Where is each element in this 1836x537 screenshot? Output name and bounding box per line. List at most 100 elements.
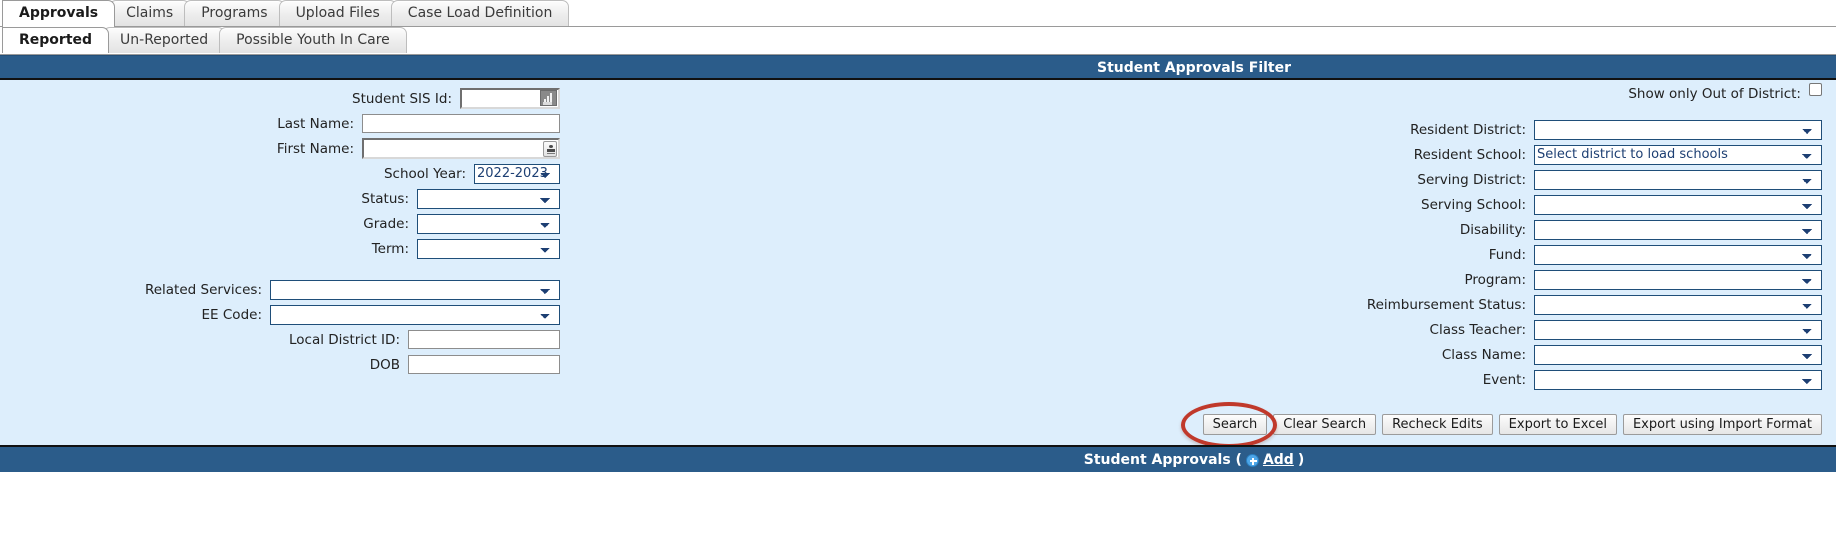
label-student-sis-id: Student SIS Id: [352, 90, 452, 107]
tab-case-load-definition[interactable]: Case Load Definition [390, 0, 570, 26]
control-slot [460, 88, 560, 109]
label-status: Status: [361, 190, 409, 207]
select-serving-school[interactable] [1534, 194, 1822, 215]
results-title: Student Approvals ( [1083, 452, 1242, 468]
select-school-year[interactable]: 2022-2023 [474, 163, 560, 184]
contact-card-icon[interactable] [543, 141, 557, 157]
field-row-serving-school: Serving School: [1262, 192, 1822, 217]
select-status[interactable] [417, 188, 560, 209]
tab-claims[interactable]: Claims [109, 0, 191, 26]
input-dob[interactable] [408, 355, 560, 374]
control-slot [1534, 194, 1822, 215]
select-related-services[interactable] [270, 279, 560, 300]
add-approval-link[interactable]: Add [1263, 447, 1294, 473]
select-grade[interactable] [417, 213, 560, 234]
field-row-show-only-out-of-district: Show only Out of District: [1262, 83, 1822, 117]
secondary-tabstrip: Reported Un-Reported Possible Youth In Car… [0, 27, 1836, 55]
barcode-scan-icon[interactable] [540, 90, 557, 106]
select-disability[interactable] [1534, 219, 1822, 240]
label-class-name: Class Name: [1441, 346, 1526, 363]
select-serving-district[interactable] [1534, 169, 1822, 190]
control-slot [362, 114, 560, 133]
student-sis-id-wrapper [460, 88, 560, 109]
filter-title: Student Approvals Filter [1096, 60, 1292, 76]
label-dob: DOB [369, 356, 400, 373]
label-event: Event: [1482, 371, 1526, 388]
label-resident-school: Resident School: [1413, 146, 1526, 163]
subtab-un-reported[interactable]: Un-Reported [103, 27, 226, 53]
label-show-only-out-of-district: Show only Out of District: [1628, 86, 1801, 102]
primary-tabstrip: Approvals Claims Programs Upload Files Case … [0, 0, 1836, 27]
select-class-name[interactable] [1534, 344, 1822, 365]
select-term[interactable] [417, 238, 560, 259]
export-to-excel-button[interactable]: Export to Excel [1498, 414, 1617, 435]
label-resident-district: Resident District: [1410, 121, 1526, 138]
approvals-page: Approvals Claims Programs Upload Files Case … [0, 0, 1836, 537]
label-local-district-id: Local District ID: [289, 331, 400, 348]
field-row-dob: DOB [0, 352, 560, 377]
control-slot [417, 213, 560, 234]
field-row-related-services: Related Services: [0, 277, 560, 302]
filter-button-row: Search Clear Search Recheck Edits Export to… [1180, 402, 1822, 448]
control-slot [1534, 244, 1822, 265]
control-slot [362, 138, 560, 159]
field-row-ee-code: EE Code: [0, 302, 560, 327]
tab-approvals[interactable]: Approvals [2, 0, 116, 27]
select-class-teacher[interactable] [1534, 319, 1822, 340]
field-row-student-sis-id: Student SIS Id: [0, 86, 560, 111]
field-row-event: Event: [1262, 367, 1822, 392]
filter-section-header: Student Approvals Filter [0, 55, 1836, 80]
select-resident-district[interactable] [1534, 119, 1822, 140]
label-ee-code: EE Code: [201, 306, 262, 323]
student-approvals-filter-panel: Student SIS Id: Last Name: First Name: Scho… [0, 80, 1836, 448]
clear-search-button[interactable]: Clear Search [1273, 414, 1377, 435]
field-row-resident-district: Resident District: [1262, 117, 1822, 142]
label-grade: Grade: [363, 215, 409, 232]
label-related-services: Related Services: [144, 281, 262, 298]
search-button-wrapper: Search [1180, 402, 1277, 448]
field-row-disability: Disability: [1262, 217, 1822, 242]
control-slot [1534, 269, 1822, 290]
checkbox-show-only-out-of-district[interactable] [1809, 83, 1822, 96]
select-fund[interactable] [1534, 244, 1822, 265]
field-row-serving-district: Serving District: [1262, 167, 1822, 192]
label-school-year: School Year: [383, 165, 466, 182]
recheck-edits-button[interactable]: Recheck Edits [1382, 414, 1493, 435]
select-event[interactable] [1534, 369, 1822, 390]
select-reimbursement-status[interactable] [1534, 294, 1822, 315]
label-class-teacher: Class Teacher: [1429, 321, 1526, 338]
control-slot [270, 279, 560, 300]
control-slot [417, 238, 560, 259]
subtab-reported[interactable]: Reported [2, 27, 110, 54]
control-slot [1534, 169, 1822, 190]
field-row-grade: Grade: [0, 211, 560, 236]
field-row-reimbursement-status: Reimbursement Status: [1262, 292, 1822, 317]
student-approvals-results-header: Student Approvals ( Add ) [0, 445, 1836, 472]
field-row-resident-school: Resident School: Select district to load … [1262, 142, 1822, 167]
tab-programs[interactable]: Programs [184, 0, 285, 26]
field-row-term: Term: [0, 236, 560, 261]
plus-circle-icon[interactable] [1245, 453, 1259, 467]
control-slot [1534, 219, 1822, 240]
tab-upload-files[interactable]: Upload Files [278, 0, 397, 26]
input-local-district-id[interactable] [408, 330, 560, 349]
filter-left-column: Student SIS Id: Last Name: First Name: Scho… [0, 80, 560, 377]
input-first-name[interactable] [362, 138, 560, 159]
label-first-name: First Name: [276, 140, 354, 157]
input-last-name[interactable] [362, 114, 560, 133]
export-using-import-format-button[interactable]: Export using Import Format [1622, 414, 1822, 435]
select-program[interactable] [1534, 269, 1822, 290]
select-resident-school[interactable]: Select district to load schools [1534, 144, 1822, 165]
control-slot [1534, 369, 1822, 390]
field-row-class-teacher: Class Teacher: [1262, 317, 1822, 342]
subtab-possible-youth-in-care[interactable]: Possible Youth In Care [219, 27, 407, 53]
field-row-class-name: Class Name: [1262, 342, 1822, 367]
search-button[interactable]: Search [1202, 414, 1268, 435]
control-slot [1534, 119, 1822, 140]
label-program: Program: [1464, 271, 1526, 288]
field-row-program: Program: [1262, 267, 1822, 292]
select-ee-code[interactable] [270, 304, 560, 325]
control-slot [408, 330, 560, 349]
first-name-wrapper [362, 138, 560, 159]
label-reimbursement-status: Reimbursement Status: [1366, 296, 1526, 313]
